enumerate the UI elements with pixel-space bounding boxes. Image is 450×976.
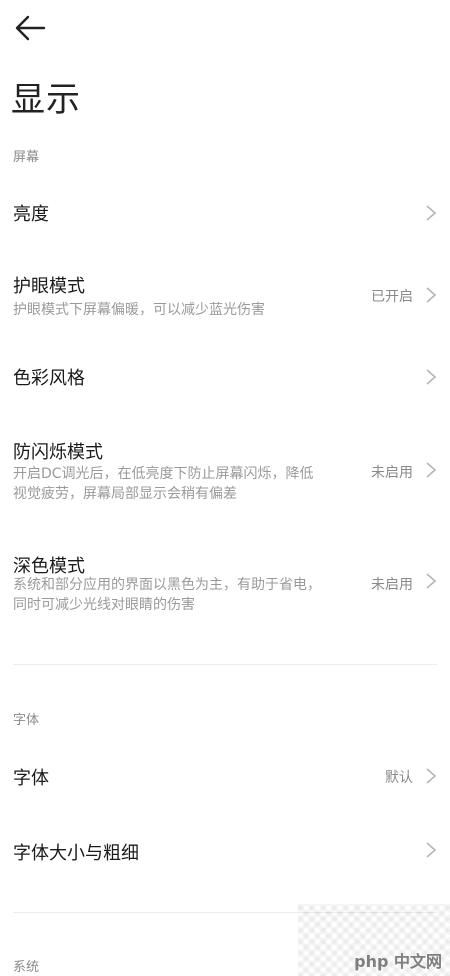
section-divider	[13, 664, 437, 665]
chevron-right-icon	[426, 462, 437, 478]
item-value: 未启用	[371, 577, 413, 593]
watermark: php 中文网	[298, 904, 450, 976]
item-value: 已开启	[371, 289, 413, 305]
settings-item-brightness[interactable]: 亮度	[0, 182, 450, 244]
chevron-right-icon	[426, 205, 437, 221]
settings-item-anti-flicker[interactable]: 防闪烁模式 开启DC调光后，在低亮度下防止屏幕闪烁，降低 视觉疲劳，屏幕局部显示…	[0, 424, 450, 520]
watermark-text: php 中文网	[354, 952, 442, 971]
item-subtitle: 护眼模式下屏幕偏暖，可以减少蓝光伤害	[13, 302, 265, 318]
chevron-right-icon	[426, 287, 437, 303]
item-subtitle-line2: 同时可减少光线对眼睛的伤害	[13, 597, 195, 613]
item-value: 未启用	[371, 465, 413, 481]
section-label-font: 字体	[13, 713, 40, 728]
item-title: 字体	[13, 768, 49, 789]
item-subtitle-line1: 开启DC调光后，在低亮度下防止屏幕闪烁，降低	[13, 466, 314, 482]
settings-item-dark-mode[interactable]: 深色模式 系统和部分应用的界面以黑色为主，有助于省电， 同时可减少光线对眼睛的伤…	[0, 538, 450, 634]
settings-item-color-style[interactable]: 色彩风格	[0, 346, 450, 408]
item-subtitle-line1: 系统和部分应用的界面以黑色为主，有助于省电，	[13, 577, 321, 593]
chevron-right-icon	[426, 768, 437, 784]
settings-item-font-size-weight[interactable]: 字体大小与粗细	[0, 822, 450, 884]
item-subtitle-line2: 视觉疲劳，屏幕局部显示会稍有偏差	[13, 486, 237, 502]
page-title: 显示	[11, 80, 81, 120]
chevron-right-icon	[426, 842, 437, 858]
item-title: 护眼模式	[13, 276, 85, 297]
item-title: 亮度	[13, 204, 49, 225]
item-title: 防闪烁模式	[13, 442, 103, 463]
section-label-screen: 屏幕	[13, 150, 40, 165]
chevron-right-icon	[426, 573, 437, 589]
chevron-right-icon	[426, 369, 437, 385]
settings-item-eye-care[interactable]: 护眼模式 护眼模式下屏幕偏暖，可以减少蓝光伤害 已开启	[0, 260, 450, 332]
item-title: 字体大小与粗细	[13, 843, 139, 864]
item-value: 默认	[385, 770, 413, 786]
settings-item-font[interactable]: 字体 默认	[0, 746, 450, 808]
item-title: 色彩风格	[13, 368, 85, 389]
back-arrow-icon[interactable]	[14, 14, 46, 42]
section-label-system: 系统	[13, 960, 40, 975]
